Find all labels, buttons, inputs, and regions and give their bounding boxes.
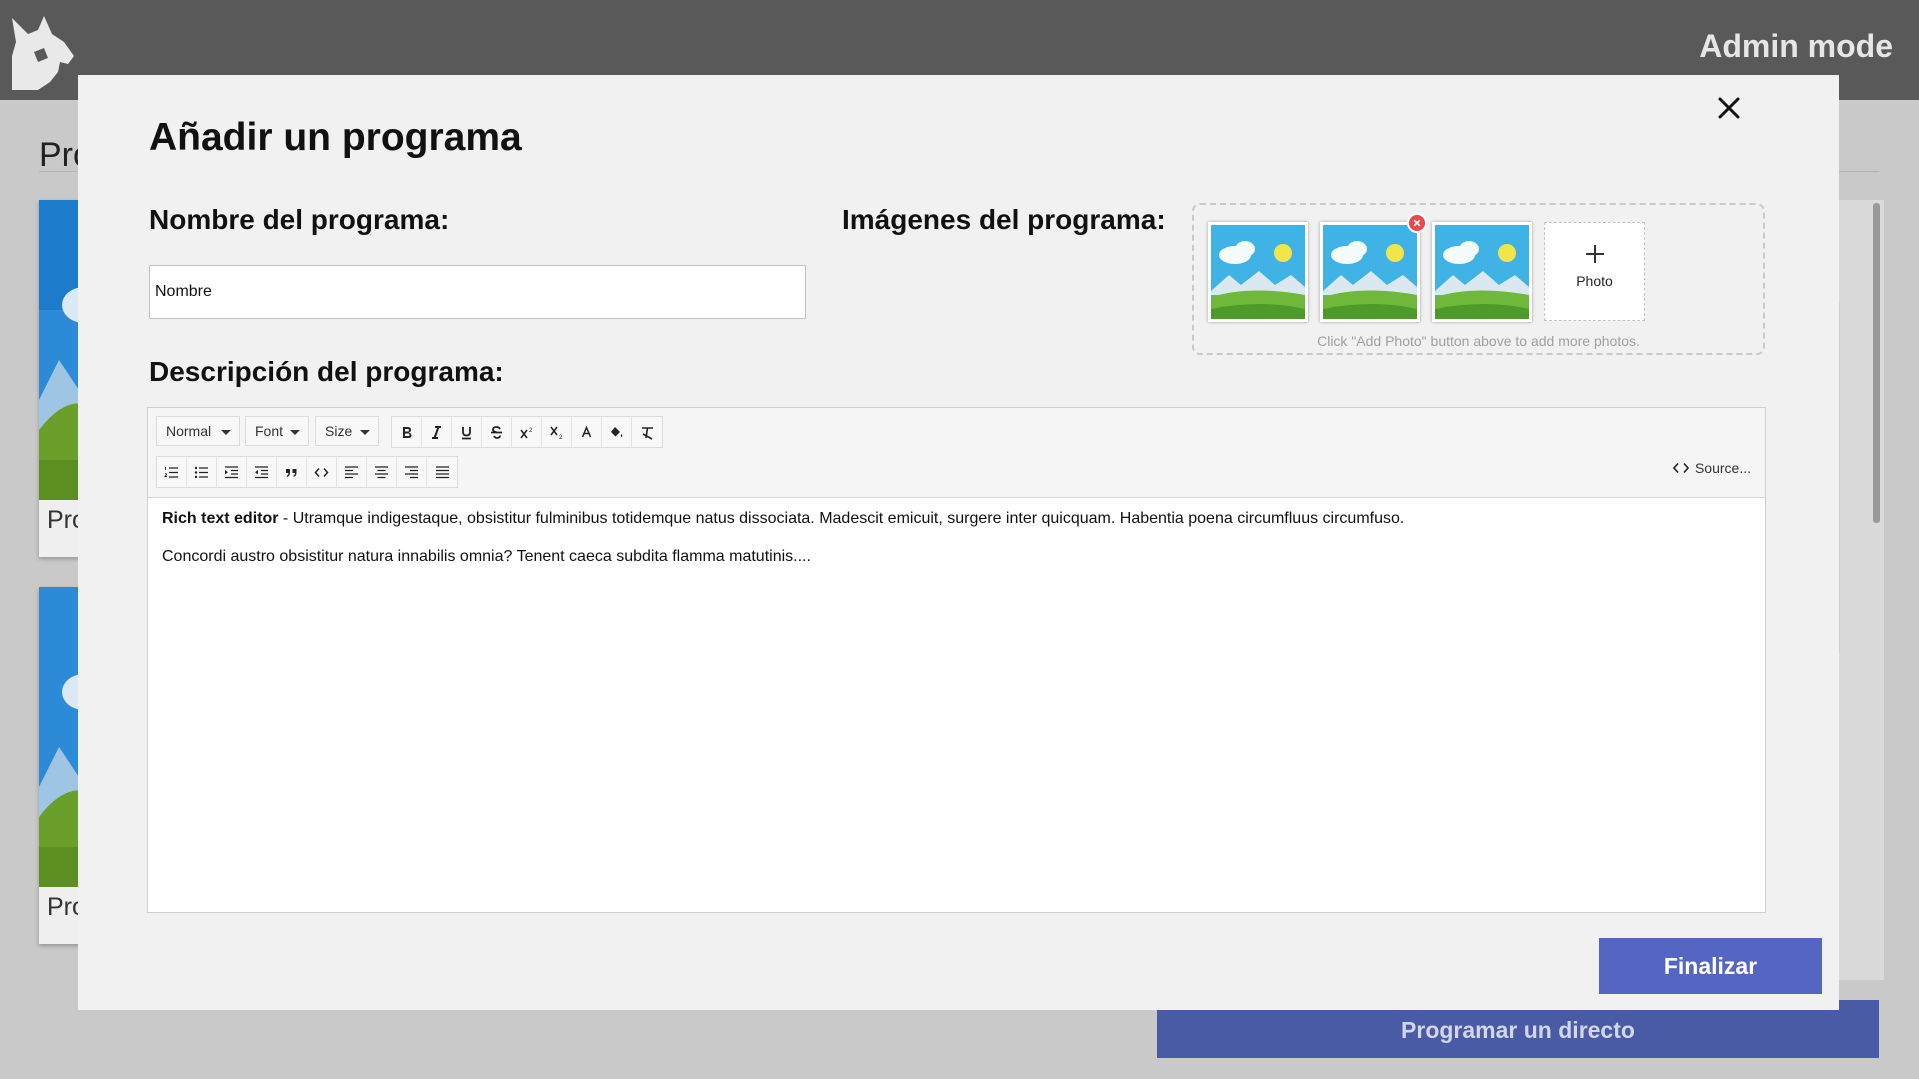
chevron-down-icon xyxy=(290,430,300,435)
align-left-icon xyxy=(345,465,358,478)
lynx-logo-icon xyxy=(12,16,74,90)
font-color-button[interactable] xyxy=(572,417,602,447)
align-left-button[interactable] xyxy=(337,457,367,487)
align-right-button[interactable] xyxy=(397,457,427,487)
paint-bucket-icon xyxy=(611,426,623,437)
svg-text:2: 2 xyxy=(529,428,533,434)
close-icon[interactable] xyxy=(1711,90,1747,126)
source-button-label: Source... xyxy=(1694,460,1751,476)
images-hint: Click "Add Photo" button above to add mo… xyxy=(1317,333,1640,349)
indent-button[interactable] xyxy=(217,457,247,487)
italic-button[interactable] xyxy=(422,417,452,447)
underline-icon xyxy=(462,426,471,439)
paragraph-format-group xyxy=(156,456,458,488)
align-justify-button[interactable] xyxy=(427,457,457,487)
program-description-label: Descripción del programa: xyxy=(149,356,504,387)
font-color-icon xyxy=(581,425,592,437)
admin-mode-label: Admin mode xyxy=(1699,28,1893,64)
align-center-icon xyxy=(375,465,388,478)
plus-icon xyxy=(1585,245,1604,263)
editor-content-area[interactable]: Rich text editor - Utramque indigestaque… xyxy=(148,498,1765,912)
program-name-label: Nombre del programa: xyxy=(149,204,450,235)
ordered-list-icon xyxy=(164,466,178,478)
program-name-input[interactable] xyxy=(149,265,806,319)
blockquote-icon xyxy=(286,468,297,477)
outdent-button[interactable] xyxy=(247,457,277,487)
size-select-value: Size xyxy=(325,423,353,439)
chevron-down-icon xyxy=(221,430,231,435)
outdent-icon xyxy=(255,465,268,478)
source-button[interactable]: Source... xyxy=(1672,460,1751,476)
code-icon xyxy=(1672,462,1689,474)
superscript-icon: 2 xyxy=(520,428,533,438)
bullet-list-icon xyxy=(194,466,208,478)
align-right-icon xyxy=(405,465,418,478)
editor-bold-text: Rich text editor xyxy=(162,510,279,527)
editor-paragraph: Concordi austro obsistitur natura innabi… xyxy=(162,548,811,565)
format-select-value: Normal xyxy=(166,423,212,439)
bold-icon xyxy=(403,426,412,438)
clear-format-icon xyxy=(641,426,653,440)
superscript-button[interactable]: 2 xyxy=(512,417,542,447)
subscript-icon: 2 xyxy=(550,426,563,440)
text-format-group: 2 2 xyxy=(391,416,663,448)
svg-text:2: 2 xyxy=(559,435,563,440)
modal-title: Añadir un programa xyxy=(149,116,522,159)
program-images-label: Imágenes del programa: xyxy=(842,204,1166,235)
editor-text: - Utramque indigestaque, obsistitur fulm… xyxy=(278,510,1405,527)
images-uploader: Photo Click "Add Photo" button above to … xyxy=(1192,203,1765,355)
subscript-button[interactable]: 2 xyxy=(542,417,572,447)
landscape-image-icon xyxy=(1435,225,1529,319)
format-select[interactable]: Normal xyxy=(156,416,240,446)
remove-image-icon[interactable] xyxy=(1407,213,1427,233)
editor-toolbar: Normal Font Size 2 2 Source... xyxy=(148,408,1765,498)
chevron-down-icon xyxy=(360,430,370,435)
bold-button[interactable] xyxy=(392,417,422,447)
indent-icon xyxy=(225,465,238,478)
add-photo-label: Photo xyxy=(1576,273,1613,289)
underline-button[interactable] xyxy=(452,417,482,447)
finish-button[interactable]: Finalizar xyxy=(1599,938,1822,994)
code-icon xyxy=(314,467,329,477)
landscape-image-icon xyxy=(1323,225,1417,319)
add-photo-button[interactable]: Photo xyxy=(1544,222,1645,321)
clear-format-button[interactable] xyxy=(632,417,662,447)
align-justify-icon xyxy=(435,465,449,478)
editor-paragraph: Rich text editor - Utramque indigestaque… xyxy=(162,508,1751,529)
program-image-thumbnail[interactable] xyxy=(1320,222,1420,322)
program-image-thumbnail[interactable] xyxy=(1208,222,1308,322)
align-center-button[interactable] xyxy=(367,457,397,487)
rich-text-editor: Normal Font Size 2 2 Source... Rich text… xyxy=(147,407,1766,913)
background-scrollbar[interactable] xyxy=(1873,203,1880,523)
background-color-button[interactable] xyxy=(602,417,632,447)
strike-button[interactable] xyxy=(482,417,512,447)
program-image-thumbnail[interactable] xyxy=(1432,222,1532,322)
italic-icon xyxy=(432,425,441,439)
ordered-list-button[interactable] xyxy=(157,457,187,487)
strikethrough-icon xyxy=(491,425,502,439)
code-block-button[interactable] xyxy=(307,457,337,487)
font-select[interactable]: Font xyxy=(245,416,309,446)
bullet-list-button[interactable] xyxy=(187,457,217,487)
blockquote-button[interactable] xyxy=(277,457,307,487)
size-select[interactable]: Size xyxy=(315,416,379,446)
font-select-value: Font xyxy=(255,423,284,439)
landscape-image-icon xyxy=(1211,225,1305,319)
